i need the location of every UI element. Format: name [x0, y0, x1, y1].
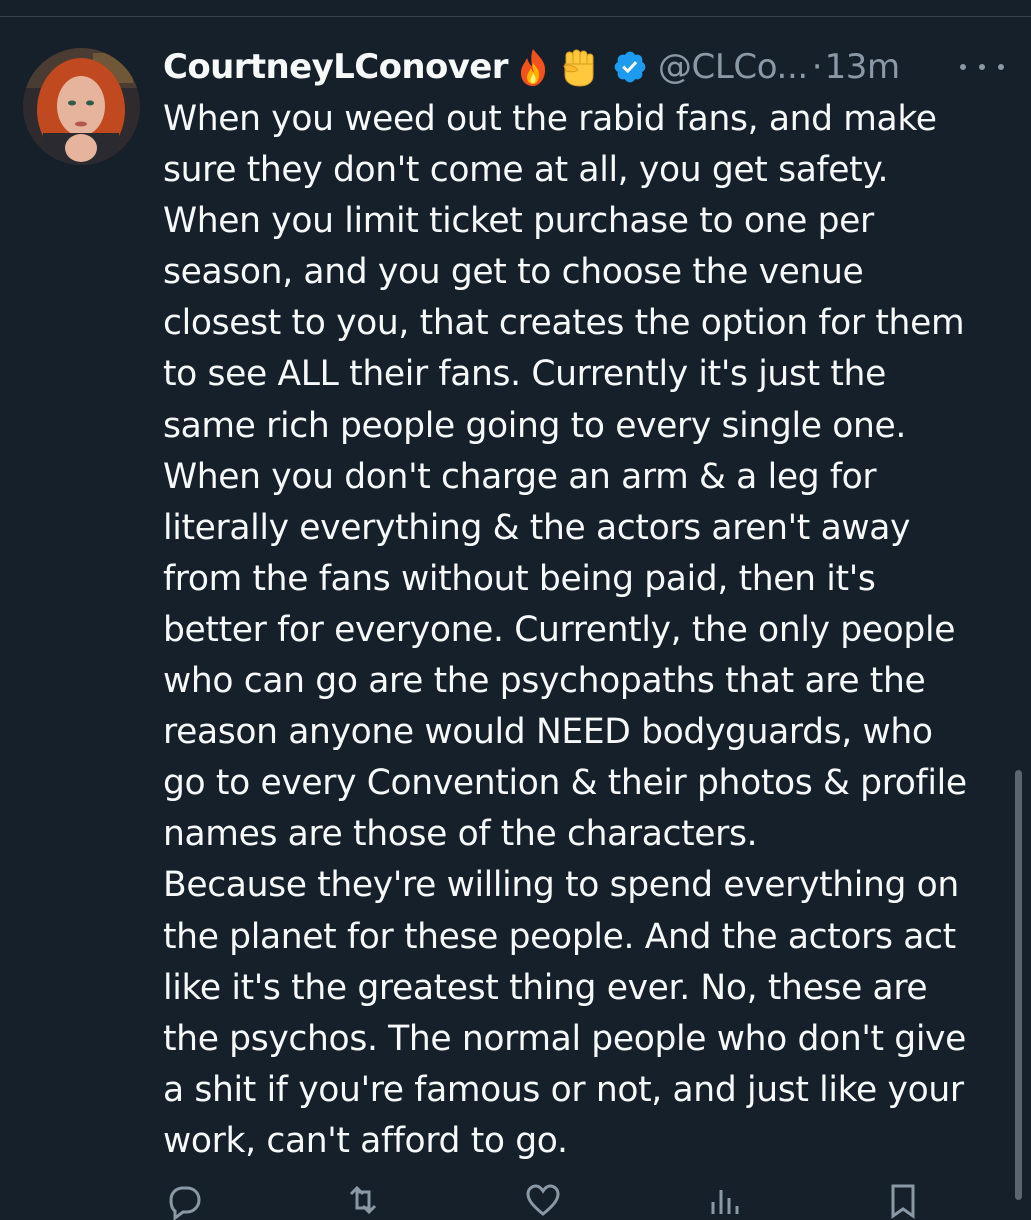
retweet-icon[interactable] [343, 1180, 383, 1220]
avatar-image [23, 48, 140, 165]
tweet-text-line: same rich people going to every single o… [163, 405, 906, 446]
tweet-text-line: who can go are the psychopaths that are … [163, 661, 926, 702]
tweet-text-line: go to every Convention & their photos & … [163, 763, 967, 804]
tweet-text-line: to see ALL their fans. Currently it's ju… [163, 354, 886, 395]
tweet-text-line: work, can't afford to go. [163, 1120, 568, 1161]
timestamp[interactable]: 13m [825, 47, 901, 87]
bookmark-icon[interactable] [883, 1180, 923, 1220]
top-divider [0, 16, 1031, 17]
tweet-header: CourtneyLConover @CLCo... · 13m [163, 42, 1013, 92]
like-icon[interactable] [523, 1180, 563, 1220]
separator-dot: · [811, 47, 823, 87]
tweet-text-line: literally everything & the actors aren't… [163, 507, 911, 548]
tweet-text-line: better for everyone. Currently, the only… [163, 609, 956, 650]
tweet-text-line: like it's the greatest thing ever. No, t… [163, 967, 928, 1008]
verified-badge-icon[interactable] [612, 49, 648, 85]
more-dot [979, 64, 985, 70]
views-icon[interactable] [703, 1180, 743, 1220]
tweet-text-line: the planet for these people. And the act… [163, 916, 956, 957]
more-dot [960, 64, 966, 70]
tweet-text-line: When you don't charge an arm & a leg for [163, 456, 877, 497]
tweet-text-line: season, and you get to choose the venue [163, 252, 864, 293]
reply-icon[interactable] [163, 1180, 203, 1220]
tweet-text-line: reason anyone would NEED bodyguards, who [163, 712, 933, 753]
more-options-icon[interactable] [960, 55, 1004, 79]
tweet-text-line: the psychos. The normal people who don't… [163, 1018, 967, 1059]
tweet-text-line: When you limit ticket purchase to one pe… [163, 201, 874, 242]
user-handle[interactable]: @CLCo... [658, 47, 808, 87]
action-bar [163, 1180, 923, 1220]
tweet-text-line: sure they don't come at all, you get saf… [163, 150, 889, 191]
fire-emoji-icon [512, 46, 554, 88]
display-name[interactable]: CourtneyLConover [163, 47, 509, 87]
tweet-text-line: from the fans without being paid, then i… [163, 558, 876, 599]
more-dot [998, 64, 1004, 70]
tweet-text-line: Because they're willing to spend everyth… [163, 865, 959, 906]
tweet-text-line: names are those of the characters. [163, 814, 758, 855]
tweet-text-line: a shit if you're famous or not, and just… [163, 1069, 964, 1110]
raised-fist-emoji-icon [558, 46, 600, 88]
tweet-text-line: closest to you, that creates the option … [163, 303, 965, 344]
tweet-text: When you weed out the rabid fans, and ma… [163, 94, 1013, 1167]
tweet-text-line: When you weed out the rabid fans, and ma… [163, 99, 937, 139]
scrollbar[interactable] [1015, 770, 1022, 1200]
avatar[interactable] [23, 48, 140, 165]
